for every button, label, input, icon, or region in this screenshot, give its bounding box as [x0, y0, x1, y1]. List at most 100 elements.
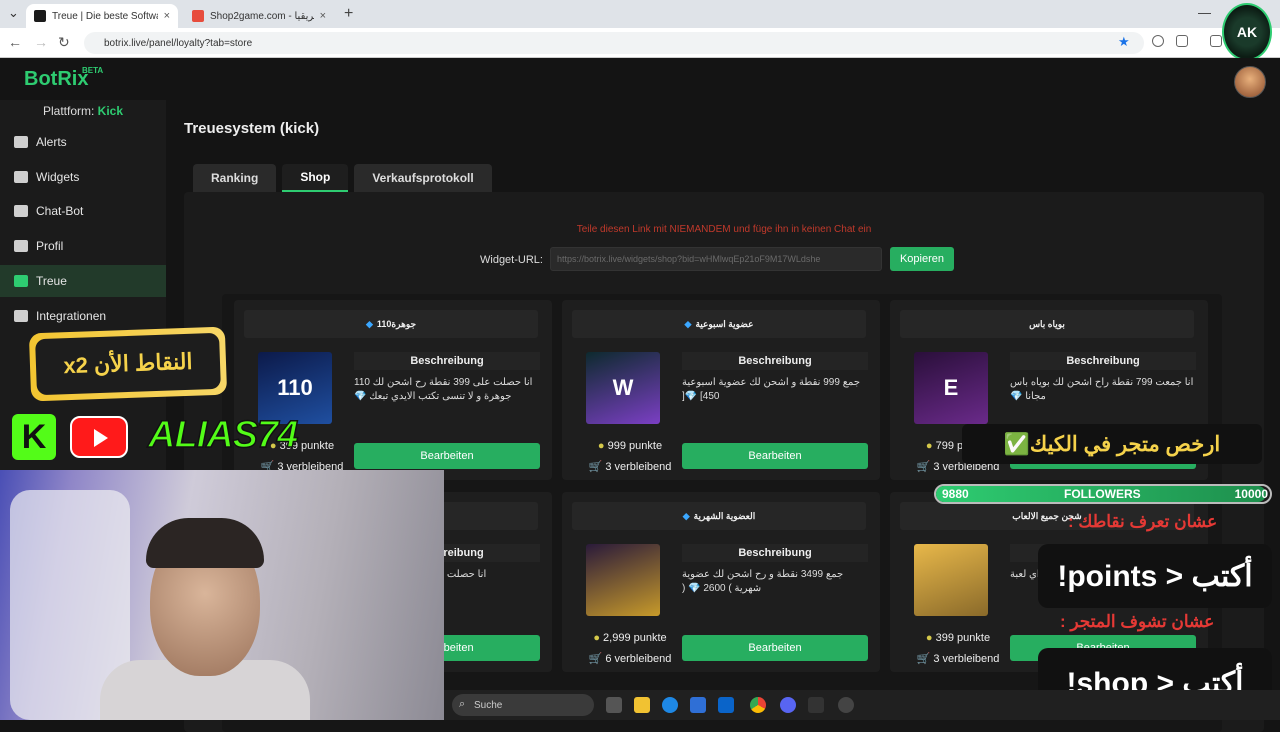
widget-url-label: Widget-URL: [480, 254, 543, 266]
sidebar-item-label: Profil [36, 239, 64, 254]
store-icon[interactable] [690, 697, 706, 713]
botrix-logo[interactable]: BotRix BETA [24, 66, 103, 91]
obs-icon[interactable] [838, 697, 854, 713]
sidebar-item-label: Alerts [36, 135, 67, 149]
hint-shop: عشان تشوف المتجر : [1060, 612, 1215, 631]
warning-icon [14, 136, 28, 148]
item-price: ● 399 punkte [925, 632, 991, 644]
loyalty-tabs: Ranking Shop Verkaufsprotokoll [193, 164, 492, 192]
sidebar-item-label: Integrationen [36, 308, 107, 323]
bookmark-star-icon[interactable]: ★ [1118, 34, 1130, 50]
coins-icon: ● [593, 632, 600, 644]
sidebar-item-label: Treue [36, 273, 67, 288]
person-hair [146, 518, 264, 568]
sidebar-item-treue[interactable]: Treue [0, 264, 166, 297]
reload-icon[interactable]: ↻ [58, 34, 70, 51]
browser-tab-shop2game[interactable]: Shop2game.com - شمال أفريقيا × [184, 4, 334, 28]
description-heading: Beschreibung [354, 352, 540, 370]
top-bar: BotRix BETA [0, 58, 1280, 100]
item-description: جمع 999 نقطة و اشحن لك عضوية اسبوعية 450… [682, 377, 861, 402]
channel-logo: AK [1222, 3, 1272, 61]
file-explorer-icon[interactable] [634, 697, 650, 713]
item-description: جمع 3499 نقطة و رح اشحن لك عضوية شهرية )… [682, 569, 844, 594]
item-price: ● 2,999 punkte [593, 632, 667, 644]
followers-progress-bar: 9880 FOLLOWERS 10000 [934, 484, 1272, 504]
plug-icon [14, 309, 28, 322]
grid-icon [14, 170, 28, 183]
item-description: انا جمعت 799 نقطة راح اشحن لك بوياه باس … [1010, 377, 1194, 402]
sidebar-item-label: Chat-Bot [36, 204, 84, 219]
extensions-icon[interactable] [1176, 35, 1188, 47]
reading-list-icon[interactable] [1210, 35, 1222, 47]
outlook-icon[interactable] [718, 697, 734, 713]
followers-goal: 10000 [1234, 487, 1268, 501]
close-tab-icon[interactable]: × [320, 10, 326, 22]
tab-title: Treue | Die beste Software zur C [52, 10, 158, 22]
taskbar-search[interactable]: ⌕ Suche [452, 694, 594, 716]
copy-button[interactable]: Kopieren [890, 247, 954, 271]
favicon-icon [192, 10, 204, 22]
voicemod-icon[interactable] [808, 697, 824, 713]
sidebar-item-profil[interactable]: Profil [0, 230, 166, 262]
sidebar-item-integrationen[interactable]: Integrationen [0, 300, 166, 332]
task-view-icon[interactable] [606, 697, 622, 713]
tab-title: Shop2game.com - شمال أفريقيا [210, 10, 314, 22]
item-stock: 🛒 3 verbleibend [916, 653, 1000, 665]
edge-icon[interactable] [662, 697, 678, 713]
close-tab-icon[interactable]: × [164, 10, 170, 22]
channel-name: ALIAS74 [147, 413, 299, 457]
diamond-icon: ◆ [682, 510, 690, 521]
windows-taskbar: ⌕ Suche [444, 690, 1280, 720]
kick-logo-icon: K [12, 414, 56, 460]
points-banner: النقاط الأن x2 [28, 326, 228, 402]
item-name: ◆ العضوية الشهرية [572, 502, 866, 530]
new-tab-icon[interactable]: + [344, 5, 353, 23]
hint-points: عشان تعرف نقاطك : [1068, 512, 1218, 531]
back-icon[interactable]: ← [8, 34, 22, 50]
discord-icon[interactable] [780, 697, 796, 713]
search-icon: ⌕ [459, 698, 466, 710]
url-field[interactable]: botrix.live/panel/loyalty?tab=store [84, 32, 1144, 54]
youtube-logo-icon [70, 416, 128, 458]
item-name: ◆ عضوية اسبوعية [572, 310, 866, 338]
item-image [914, 544, 988, 616]
tab-shop[interactable]: Shop [282, 164, 349, 192]
shop-item-card: ◆ عضوية اسبوعية W Beschreibung جمع 999 نقطة … [562, 300, 880, 480]
item-image [586, 544, 660, 616]
user-avatar[interactable] [1234, 66, 1266, 98]
tab-list-icon[interactable]: ⌄ [8, 5, 19, 21]
chrome-icon[interactable] [750, 697, 766, 713]
platform-indicator: Plattform: Kick [42, 104, 124, 118]
cart-icon: 🛒 [916, 461, 931, 473]
cart-icon: 🛒 [588, 653, 603, 665]
cart-icon: 🛒 [588, 461, 603, 473]
item-price: ● 999 punkte [597, 440, 663, 452]
item-image: E [914, 352, 988, 424]
address-bar: ← → ↻ botrix.live/panel/loyalty?tab=stor… [0, 28, 1280, 58]
tab-ranking[interactable]: Ranking [193, 164, 277, 192]
diamond-icon: ◆ [365, 318, 373, 329]
sidebar-item-label: Widgets [36, 169, 80, 184]
sidebar-item-chat-bot[interactable]: Chat-Bot [0, 195, 166, 227]
sidebar-item-widgets[interactable]: Widgets [0, 161, 166, 193]
coins-icon: ● [925, 440, 933, 452]
webcam-feed [0, 470, 444, 720]
favicon-icon [34, 10, 46, 22]
widget-url-input[interactable]: https://botrix.live/widgets/shop?bid=wHM… [550, 247, 882, 271]
description-heading: Beschreibung [682, 544, 868, 562]
coins-icon: ● [925, 632, 933, 644]
forward-icon[interactable]: → [34, 34, 48, 50]
translate-icon[interactable] [1152, 35, 1164, 47]
sidebar-item-alerts[interactable]: Alerts [0, 126, 166, 158]
tab-verkaufsprotokoll[interactable]: Verkaufsprotokoll [354, 164, 492, 192]
edit-button[interactable]: Bearbeiten [354, 443, 540, 469]
description-heading: Beschreibung [1010, 352, 1196, 370]
browser-tab-treue[interactable]: Treue | Die beste Software zur C × [26, 4, 178, 28]
shop-item-card: ◆ العضوية الشهرية Beschreibung جمع 3499 نقط… [562, 492, 880, 672]
followers-label: FOLLOWERS [1064, 487, 1141, 501]
browser-tab-bar: ⌄ Treue | Die beste Software zur C × Sho… [0, 0, 1280, 28]
item-stock: 🛒 6 verbleibend [588, 653, 672, 665]
edit-button[interactable]: Bearbeiten [682, 443, 868, 469]
minimize-icon[interactable]: — [1198, 5, 1211, 20]
edit-button[interactable]: Bearbeiten [682, 635, 868, 661]
